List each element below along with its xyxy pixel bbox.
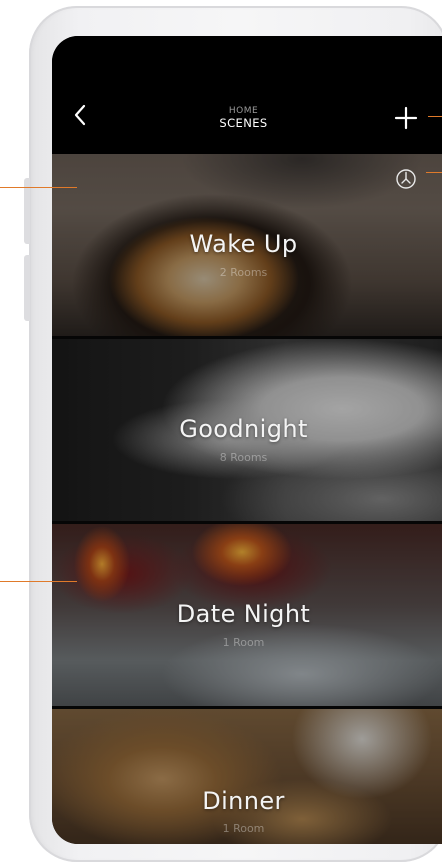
scene-room-count: 2 Rooms <box>219 266 268 279</box>
scene-room-count: 1 Room <box>222 636 265 649</box>
scene-room-count: 8 Rooms <box>219 451 268 464</box>
scene-card-wake-up[interactable]: Wake Up 2 Rooms <box>52 154 442 336</box>
scene-room-count: 1 Room <box>222 822 265 835</box>
scene-name: Date Night <box>176 600 311 628</box>
clock-icon <box>396 169 416 189</box>
scene-card-dinner[interactable]: Dinner 1 Room <box>52 709 442 844</box>
scene-history-button[interactable] <box>394 167 418 191</box>
scene-name: Goodnight <box>179 415 308 443</box>
page-title: HOME SCENES <box>52 106 435 130</box>
callout-line <box>0 581 77 582</box>
scene-name: Dinner <box>202 787 285 815</box>
add-scene-button[interactable] <box>392 104 420 132</box>
callout-line <box>0 187 77 188</box>
app-screen: HOME SCENES Wake Up 2 Rooms Goodnight 8 … <box>52 36 442 844</box>
callout-line <box>426 172 442 173</box>
scene-card-goodnight[interactable]: Goodnight 8 Rooms <box>52 339 442 521</box>
top-bar: HOME SCENES <box>52 36 442 154</box>
callout-line <box>428 116 442 117</box>
scene-card-date-night[interactable]: Date Night 1 Room <box>52 524 442 706</box>
scene-name: Wake Up <box>189 230 298 258</box>
volume-down-button <box>24 255 30 321</box>
plus-icon <box>394 106 418 130</box>
title-scenes: SCENES <box>219 116 268 130</box>
